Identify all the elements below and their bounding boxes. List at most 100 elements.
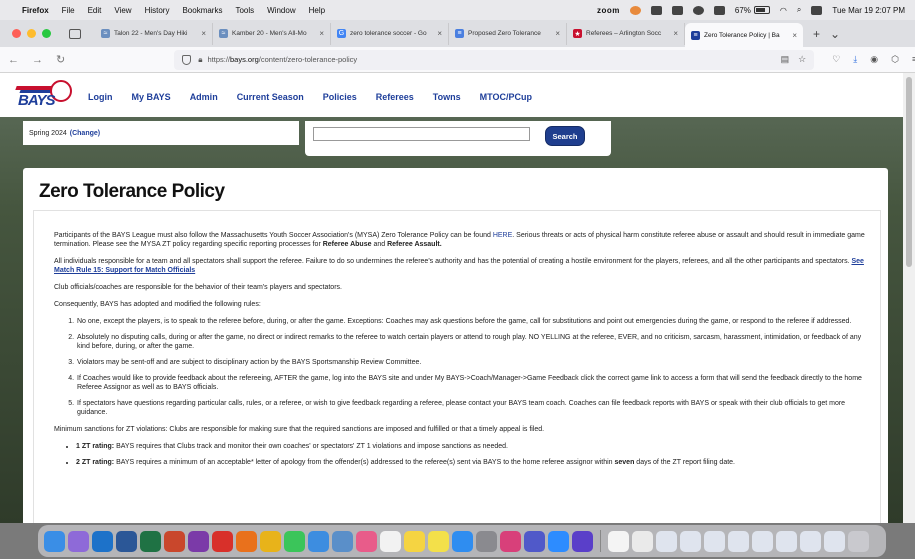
season-change-link[interactable]: (Change) [70,130,100,137]
menu-help[interactable]: Help [309,6,325,15]
file-icon-7[interactable] [776,530,797,552]
firefox-icon[interactable] [236,530,257,552]
nav-admin[interactable]: Admin [190,92,218,102]
file-icon-2[interactable] [656,530,677,552]
stickies-icon[interactable] [428,530,449,552]
close-tab-icon[interactable]: × [792,31,797,40]
nav-towns[interactable]: Towns [433,92,461,102]
fullscreen-window-button[interactable] [42,29,51,38]
bookmark-star-icon[interactable]: ☆ [798,54,806,65]
file-icon-5[interactable] [728,530,749,552]
nav-my-bays[interactable]: My BAYS [132,92,171,102]
control-center-icon[interactable] [811,5,823,15]
mysa-policy-link[interactable]: HERE [493,232,512,239]
page-scrollbar[interactable] [903,73,915,523]
acrobat-icon[interactable] [212,530,233,552]
file-icon-3[interactable] [680,530,701,552]
url-text[interactable]: https://bays.org/content/zero-tolerance-… [207,55,357,64]
menu-view[interactable]: View [114,6,131,15]
chrome-icon[interactable] [260,530,281,552]
appstore-icon[interactable] [452,530,473,552]
bays-logo[interactable]: BAYS [15,78,78,112]
pocket-icon[interactable]: ♡ [832,54,840,65]
tracking-protection-icon[interactable] [182,54,192,65]
cleaner-icon[interactable] [500,530,521,552]
nav-mtoc-pcup[interactable]: MTOC/PCup [480,92,532,102]
forward-button[interactable]: → [32,54,43,66]
nav-policies[interactable]: Policies [323,92,357,102]
scrollbar-thumb[interactable] [906,77,912,267]
photos-icon[interactable] [356,530,377,552]
search-button[interactable]: Search [545,126,585,146]
close-window-button[interactable] [12,29,21,38]
spotlight-icon[interactable]: ⌕ [797,5,801,15]
tab-overview-icon[interactable] [69,28,81,39]
messages-icon[interactable] [284,530,305,552]
extension-icon[interactable] [671,5,683,15]
close-tab-icon[interactable]: × [437,29,442,38]
file-icon-1[interactable] [632,530,653,552]
powerpoint-icon[interactable] [164,530,185,552]
trash-icon[interactable] [848,530,869,552]
address-bar[interactable]: 🔒︎ https://bays.org/content/zero-toleran… [174,49,815,70]
back-button[interactable]: ← [8,54,19,66]
file-icon-9[interactable] [824,530,845,552]
new-tab-button[interactable]: + [813,27,820,41]
menu-tools[interactable]: Tools [235,6,254,15]
list-all-tabs-button[interactable]: ⌄ [830,27,840,41]
menubar-clock[interactable]: Tue Mar 19 2:07 PM [832,6,905,15]
browser-tab[interactable]: ≈ Talon 22 - Men's Day Hiki × [95,22,213,45]
battery-status[interactable]: 67% [735,6,770,15]
close-tab-icon[interactable]: × [319,29,324,38]
notes-icon[interactable] [404,530,425,552]
browser-tab[interactable]: ≡ Zero Tolerance Policy | Ba × [685,23,803,47]
close-tab-icon[interactable]: × [201,29,206,38]
minimize-window-button[interactable] [27,29,36,38]
extensions-icon[interactable]: ⬡ [891,54,899,65]
nav-referees[interactable]: Referees [376,92,414,102]
close-tab-icon[interactable]: × [673,29,678,38]
nav-login[interactable]: Login [88,92,113,102]
browser-tab[interactable]: Gzero tolerance soccer - Go × [331,22,449,45]
mail-icon[interactable] [308,530,329,552]
file-icon-4[interactable] [704,530,725,552]
outlook-icon[interactable] [92,530,113,552]
reload-button[interactable]: ↻ [56,53,65,66]
teams-icon[interactable] [524,530,545,552]
downloads-icon[interactable]: ⤓ [853,54,857,65]
menu-edit[interactable]: Edit [88,6,102,15]
search-input[interactable] [313,127,530,141]
nav-current-season[interactable]: Current Season [237,92,304,102]
word-icon[interactable] [116,530,137,552]
menu-app-name[interactable]: Firefox [22,6,49,15]
finder-icon[interactable] [44,530,65,552]
excel-icon[interactable] [140,530,161,552]
calendar-icon[interactable] [380,530,401,552]
menu-history[interactable]: History [145,6,170,15]
screen-share-icon[interactable] [692,5,704,15]
file-icon-6[interactable] [752,530,773,552]
settings-icon[interactable] [476,530,497,552]
onenote-icon[interactable] [188,530,209,552]
firefox-status-icon[interactable] [629,5,641,15]
document-icon[interactable] [608,530,629,552]
account-icon[interactable]: ◉ [870,54,878,65]
menu-bookmarks[interactable]: Bookmarks [182,6,222,15]
file-icon-8[interactable] [800,530,821,552]
zoom-icon[interactable] [548,530,569,552]
menu-file[interactable]: File [62,6,75,15]
lock-icon[interactable]: 🔒︎ [198,55,202,65]
launchpad-icon[interactable] [68,530,89,552]
cloud-icon[interactable] [650,5,662,15]
preview-icon[interactable] [332,530,353,552]
app-status-icon[interactable] [713,5,725,15]
zoom-status-item[interactable]: zoom [597,6,620,15]
close-tab-icon[interactable]: × [555,29,560,38]
browser-tab[interactable]: ≈ Kamber 20 - Men's All-Mo × [213,22,331,45]
browser-tab[interactable]: ★ Referees – Arlington Socc × [567,22,685,45]
firefox-dev-icon[interactable] [572,530,593,552]
reader-view-icon[interactable]: ▤ [781,54,790,65]
browser-tab[interactable]: ≡ Proposed Zero Tolerance × [449,22,567,45]
wifi-icon[interactable]: ◠ [780,6,787,15]
menu-window[interactable]: Window [267,6,295,15]
